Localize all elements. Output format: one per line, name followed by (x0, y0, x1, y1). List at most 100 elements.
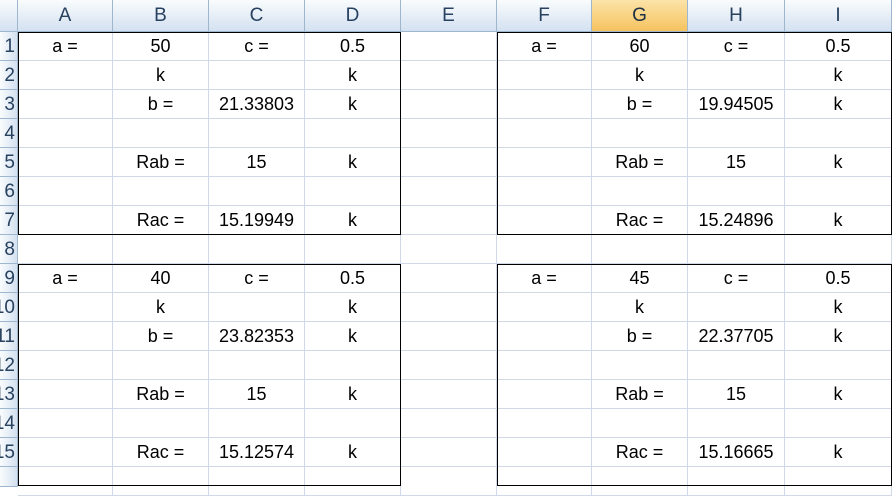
cell-d5[interactable]: k (305, 148, 401, 177)
row-header-partial[interactable] (0, 467, 18, 487)
cell-i10[interactable]: k (785, 293, 892, 322)
row-header-11[interactable]: 11 (0, 322, 18, 351)
cell-f9[interactable]: a = (497, 264, 592, 293)
cell-h1[interactable]: c = (688, 32, 785, 61)
row-header-3[interactable]: 3 (0, 90, 18, 119)
cell-i2[interactable]: k (785, 61, 892, 90)
cell-d16[interactable] (305, 467, 401, 496)
cell-h7[interactable]: 15.24896 (688, 206, 785, 235)
cell-e12[interactable] (401, 351, 497, 380)
cell-e3[interactable] (401, 90, 497, 119)
cell-a15[interactable] (18, 438, 113, 467)
column-header-e[interactable]: E (401, 0, 497, 32)
cell-g7[interactable]: Rac = (592, 206, 688, 235)
cell-a8[interactable] (18, 235, 113, 264)
cell-h13[interactable]: 15 (688, 380, 785, 409)
cell-f15[interactable] (497, 438, 592, 467)
cell-a6[interactable] (18, 177, 113, 206)
cell-i14[interactable] (785, 409, 892, 438)
cell-h12[interactable] (688, 351, 785, 380)
row-header-2[interactable]: 2 (0, 61, 18, 90)
cell-i13[interactable]: k (785, 380, 892, 409)
cell-f8[interactable] (497, 235, 592, 264)
cell-g2[interactable]: k (592, 61, 688, 90)
cell-d12[interactable] (305, 351, 401, 380)
cell-f6[interactable] (497, 177, 592, 206)
row-header-9[interactable]: 9 (0, 264, 18, 293)
cell-d14[interactable] (305, 409, 401, 438)
row-header-12[interactable]: 12 (0, 351, 18, 380)
cell-e5[interactable] (401, 148, 497, 177)
cell-b14[interactable] (113, 409, 209, 438)
cell-a3[interactable] (18, 90, 113, 119)
cell-b4[interactable] (113, 119, 209, 148)
cell-i9[interactable]: 0.5 (785, 264, 892, 293)
cell-h10[interactable] (688, 293, 785, 322)
cell-i4[interactable] (785, 119, 892, 148)
cell-e15[interactable] (401, 438, 497, 467)
cell-b16[interactable] (113, 467, 209, 496)
cell-e10[interactable] (401, 293, 497, 322)
cell-g15[interactable]: Rac = (592, 438, 688, 467)
cell-c16[interactable] (209, 467, 305, 496)
row-header-10[interactable]: 10 (0, 293, 18, 322)
cell-f16[interactable] (497, 467, 592, 496)
cell-h2[interactable] (688, 61, 785, 90)
cell-c1[interactable]: c = (209, 32, 305, 61)
column-header-f[interactable]: F (497, 0, 592, 32)
cell-i6[interactable] (785, 177, 892, 206)
cell-c3[interactable]: 21.33803 (209, 90, 305, 119)
cell-d1[interactable]: 0.5 (305, 32, 401, 61)
cell-d15[interactable]: k (305, 438, 401, 467)
cell-g12[interactable] (592, 351, 688, 380)
cell-b13[interactable]: Rab = (113, 380, 209, 409)
cell-g13[interactable]: Rab = (592, 380, 688, 409)
cell-f1[interactable]: a = (497, 32, 592, 61)
row-header-4[interactable]: 4 (0, 119, 18, 148)
cell-e9[interactable] (401, 264, 497, 293)
cell-d11[interactable]: k (305, 322, 401, 351)
column-header-d[interactable]: D (305, 0, 401, 32)
cell-b10[interactable]: k (113, 293, 209, 322)
cell-e11[interactable] (401, 322, 497, 351)
cell-h6[interactable] (688, 177, 785, 206)
cell-e1[interactable] (401, 32, 497, 61)
cell-c15[interactable]: 15.12574 (209, 438, 305, 467)
cell-g10[interactable]: k (592, 293, 688, 322)
cell-c6[interactable] (209, 177, 305, 206)
cell-b2[interactable]: k (113, 61, 209, 90)
cell-a16[interactable] (18, 467, 113, 496)
cell-g11[interactable]: b = (592, 322, 688, 351)
cell-e16[interactable] (401, 467, 497, 496)
cell-f12[interactable] (497, 351, 592, 380)
row-header-7[interactable]: 7 (0, 206, 18, 235)
cell-a7[interactable] (18, 206, 113, 235)
cell-c13[interactable]: 15 (209, 380, 305, 409)
cell-e8[interactable] (401, 235, 497, 264)
row-header-1[interactable]: 1 (0, 32, 18, 61)
select-all-corner[interactable] (0, 0, 18, 32)
cell-i12[interactable] (785, 351, 892, 380)
cell-f10[interactable] (497, 293, 592, 322)
cell-e2[interactable] (401, 61, 497, 90)
cell-d2[interactable]: k (305, 61, 401, 90)
cell-g5[interactable]: Rab = (592, 148, 688, 177)
cell-f13[interactable] (497, 380, 592, 409)
cell-b7[interactable]: Rac = (113, 206, 209, 235)
cell-e4[interactable] (401, 119, 497, 148)
cell-e13[interactable] (401, 380, 497, 409)
cell-h5[interactable]: 15 (688, 148, 785, 177)
cell-b9[interactable]: 40 (113, 264, 209, 293)
cell-c14[interactable] (209, 409, 305, 438)
column-header-g[interactable]: G (592, 0, 688, 32)
cell-b6[interactable] (113, 177, 209, 206)
row-header-5[interactable]: 5 (0, 148, 18, 177)
cell-f2[interactable] (497, 61, 592, 90)
row-header-13[interactable]: 13 (0, 380, 18, 409)
cell-h4[interactable] (688, 119, 785, 148)
row-header-14[interactable]: 14 (0, 409, 18, 438)
cell-g6[interactable] (592, 177, 688, 206)
cell-a14[interactable] (18, 409, 113, 438)
cell-e7[interactable] (401, 206, 497, 235)
cell-a10[interactable] (18, 293, 113, 322)
